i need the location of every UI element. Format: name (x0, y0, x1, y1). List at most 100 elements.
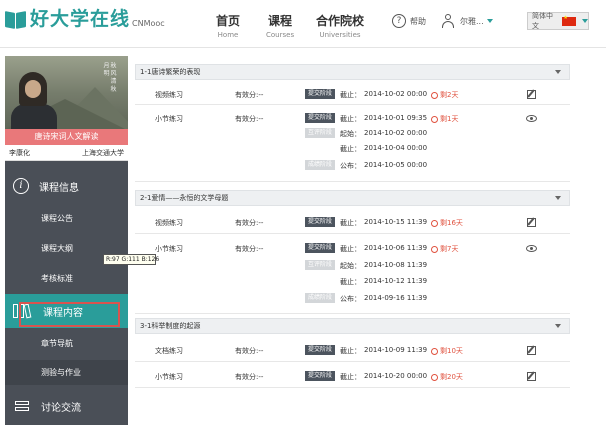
exercise-name: 视频练习 (155, 219, 183, 227)
chapter-header[interactable]: 2-1爱情——永恒的文学母题 (135, 190, 570, 206)
table-row: 小节练习 有效分:-- 提交阶段 截止： 2014-10-01 09:35 剩1… (135, 107, 570, 182)
stage-badge-submit: 提交阶段 (305, 217, 336, 227)
nav-universities[interactable]: 合作院校 Universities (316, 12, 364, 39)
language-label: 简体中文 (532, 12, 553, 30)
user-icon (441, 14, 455, 28)
table-row: 小节练习 有效分:-- 提交阶段 截止： 2014-10-06 11:39 剩7… (135, 236, 570, 314)
clock-icon (431, 219, 438, 227)
table-row: 小节练习 有效分:-- 提交阶段 截止： 2014-10-20 00:00 剩2… (135, 364, 570, 388)
stage-badge-submit: 提交阶段 (305, 243, 336, 253)
deadline-label: 截止： (340, 245, 361, 253)
deadline-label: 截止： (340, 145, 361, 153)
china-flag-icon (562, 15, 576, 26)
cover-calligraphy: 秋 风 清 秋 月 明 (102, 62, 116, 92)
deadline-label: 截止： (340, 115, 361, 123)
deadline-label: 截止： (340, 347, 361, 355)
validity-score: 有效分:-- (235, 115, 264, 123)
publish-time: 2014-09-16 11:39 (364, 294, 428, 302)
edit-icon[interactable] (527, 90, 536, 99)
collapse-icon[interactable] (555, 324, 561, 328)
deadline-label: 截止： (340, 373, 361, 381)
stage-badge-grade: 成绩阶段 (305, 160, 336, 170)
edit-icon[interactable] (527, 218, 536, 227)
nav-courses[interactable]: 课程 Courses (266, 12, 294, 39)
chapter-header[interactable]: 3-1科举制度的起源 (135, 318, 570, 334)
edit-icon[interactable] (527, 346, 536, 355)
publish-time: 2014-10-05 00:00 (364, 161, 428, 169)
deadline-label: 截止： (340, 219, 361, 227)
top-header: 好大学在线 CNMooc 首页 Home 课程 Courses 合作院校 Uni… (0, 0, 606, 48)
exercise-name: 小节练习 (155, 245, 183, 253)
table-row: 视频练习 有效分:-- 提交阶段 截止： 2014-10-15 11:39 剩1… (135, 210, 570, 234)
deadline-time: 2014-10-06 11:39 (364, 244, 428, 252)
course-sidebar: 秋 风 清 秋 月 明 唐诗宋词人文解读 李康化 上海交通大学 i 课程信息 课… (5, 56, 128, 425)
review-start-time: 2014-10-02 00:00 (364, 129, 428, 137)
deadline-time: 2014-10-15 11:39 (364, 218, 428, 226)
remaining-days: 剩7天 (431, 244, 458, 254)
stage-badge-submit: 提交阶段 (305, 345, 336, 355)
language-select[interactable]: 简体中文 (527, 12, 589, 30)
validity-score: 有效分:-- (235, 373, 264, 381)
stage-badge-submit: 提交阶段 (305, 89, 336, 99)
nav-home[interactable]: 首页 Home (216, 12, 240, 39)
start-label: 起始： (340, 130, 361, 138)
table-row: 视频练习 有效分:-- 提交阶段 截止： 2014-10-02 00:00 剩2… (135, 83, 570, 105)
chapter-title: 2-1爱情——永恒的文学母题 (140, 194, 229, 202)
book-logo-icon (5, 8, 27, 30)
eye-icon[interactable] (526, 115, 537, 122)
exercise-name: 文档练习 (155, 347, 183, 355)
clock-icon (431, 373, 438, 381)
selection-highlight (19, 302, 120, 327)
deadline-label: 截止： (340, 91, 361, 99)
sidebar-item-quiz-homework[interactable]: 测验与作业 (5, 360, 128, 385)
exercise-name: 小节练习 (155, 115, 183, 123)
logo-subtext: CNMooc (132, 19, 165, 28)
section-course-info[interactable]: i 课程信息 (5, 169, 128, 203)
stage-badge-grade: 成绩阶段 (305, 293, 336, 303)
chapter-header[interactable]: 1-1唐诗繁荣的表现 (135, 64, 570, 80)
review-start-time: 2014-10-08 11:39 (364, 261, 428, 269)
sidebar-item-grading[interactable]: 考核标准 (5, 266, 128, 291)
deadline-label: 截止： (340, 278, 361, 286)
stage-badge-submit: 提交阶段 (305, 371, 336, 381)
user-name: 尔雅... (460, 16, 484, 26)
clock-icon (431, 347, 438, 355)
publish-label: 公布： (340, 295, 361, 303)
chevron-down-icon (486, 19, 493, 23)
validity-score: 有效分:-- (235, 245, 264, 253)
sidebar-item-chapter-nav[interactable]: 章节导航 (5, 331, 128, 356)
edit-icon[interactable] (527, 372, 536, 381)
deadline-time: 2014-10-01 09:35 (364, 114, 428, 122)
exercise-name: 视频练习 (155, 91, 183, 99)
remaining-days: 剩1天 (431, 114, 458, 124)
table-row: 文档练习 有效分:-- 提交阶段 截止： 2014-10-09 11:39 剩1… (135, 338, 570, 362)
help-link[interactable]: ? 帮助 (392, 14, 426, 28)
eye-icon[interactable] (526, 245, 537, 252)
sidebar-item-announcement[interactable]: 课程公告 (5, 206, 128, 231)
user-menu[interactable]: 尔雅... (441, 14, 493, 28)
collapse-icon[interactable] (555, 70, 561, 74)
collapse-icon[interactable] (555, 196, 561, 200)
help-label: 帮助 (410, 16, 426, 26)
remaining-days: 剩2天 (431, 90, 458, 100)
teacher-name: 李康化 (9, 149, 30, 157)
site-logo[interactable]: 好大学在线 CNMooc (5, 8, 165, 30)
deadline-time: 2014-10-09 11:39 (364, 346, 428, 354)
start-label: 起始： (340, 262, 361, 270)
clock-icon (431, 245, 438, 253)
stage-badge-submit: 提交阶段 (305, 113, 336, 123)
assignment-list: 1-1唐诗繁荣的表现 视频练习 有效分:-- 提交阶段 截止： 2014-10-… (135, 56, 570, 425)
clock-icon (431, 91, 438, 99)
section-discussion[interactable]: 讨论交流 (5, 389, 128, 423)
university-name: 上海交通大学 (82, 149, 124, 157)
remaining-days: 剩10天 (431, 346, 463, 356)
chapter-title: 3-1科举制度的起源 (140, 322, 201, 330)
chapter-title: 1-1唐诗繁荣的表现 (140, 68, 201, 76)
info-icon: i (13, 178, 29, 194)
course-title: 唐诗宋词人文解读 (5, 129, 128, 145)
course-cover-image: 秋 风 清 秋 月 明 (5, 56, 128, 129)
review-end-time: 2014-10-04 00:00 (364, 144, 428, 152)
exercise-name: 小节练习 (155, 373, 183, 381)
deadline-time: 2014-10-20 00:00 (364, 372, 428, 380)
deadline-time: 2014-10-02 00:00 (364, 90, 428, 98)
